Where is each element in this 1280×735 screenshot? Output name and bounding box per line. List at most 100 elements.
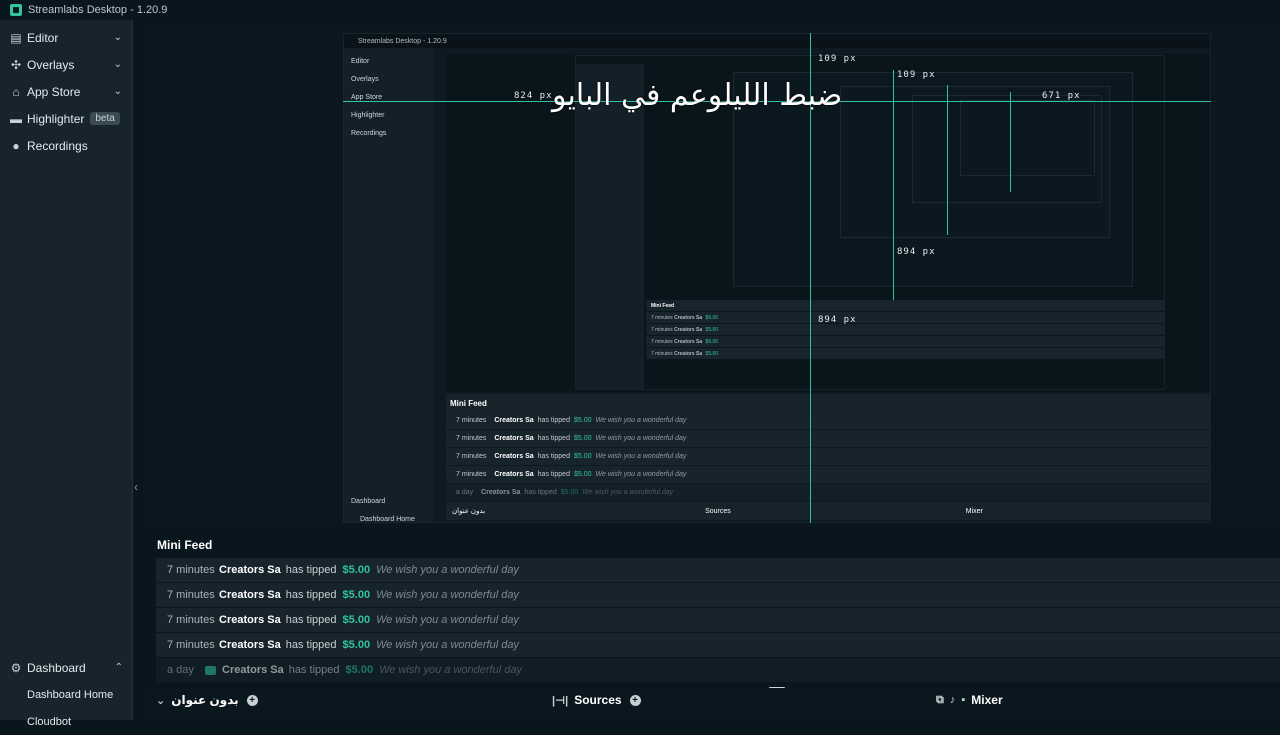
mixer-settings-icon[interactable]: ⧉ bbox=[936, 694, 944, 707]
mini-feed-title: Mini Feed bbox=[157, 538, 213, 552]
nested2-feed-row: 7 minutes Creators Sa $5.00 bbox=[646, 312, 1164, 323]
nested-mixer-title: Mixer bbox=[965, 507, 983, 515]
feed-row[interactable]: 7 minutes Creators Sa has tipped $5.00 W… bbox=[156, 583, 1280, 607]
chevron-up-icon[interactable]: ⌃ bbox=[115, 662, 123, 673]
row-action: has tipped bbox=[524, 489, 557, 496]
sidebar-item-overlays[interactable]: ✣ Overlays ⌄ bbox=[0, 51, 132, 78]
mixer-folder-icon[interactable]: ▪ bbox=[961, 694, 965, 706]
row-action: has tipped bbox=[537, 471, 570, 478]
recordings-icon: ● bbox=[12, 138, 20, 153]
nested-minifeed-2: Mini Feed 7 minutes Creators Sa $5.00 7 … bbox=[646, 300, 1164, 389]
feed-time: 7 minutes bbox=[167, 564, 215, 576]
sidebar-item-label: App Store bbox=[27, 84, 81, 99]
feed-row[interactable]: 7 minutes Creators Sa has tipped $5.00 W… bbox=[156, 558, 1280, 582]
nested-feed-title: Mini Feed bbox=[446, 394, 1210, 412]
measure-guide-vertical bbox=[947, 85, 948, 235]
sidebar-item-editor[interactable]: ▤ Editor ⌄ bbox=[0, 24, 132, 51]
chevron-down-icon[interactable]: ⌄ bbox=[114, 32, 122, 43]
source-layout-icon[interactable]: |⊣| bbox=[552, 694, 568, 707]
row-message: We wish you a wonderful day bbox=[595, 453, 687, 460]
sidebar-item-label: Editor bbox=[27, 30, 59, 45]
feed-time: 7 minutes bbox=[167, 589, 215, 601]
feed-row[interactable]: 7 minutes Creators Sa has tipped $5.00 W… bbox=[156, 633, 1280, 657]
measure-label: 894 px bbox=[818, 315, 857, 325]
nested2-feed-row: 7 minutes Creators Sa $5.00 bbox=[646, 348, 1164, 359]
measure-label: 824 px bbox=[514, 91, 553, 101]
sidebar: ▤ Editor ⌄ ✣ Overlays ⌄ ⌂ App Store ⌄ ▬ … bbox=[0, 20, 133, 728]
feed-amount: $5.00 bbox=[342, 589, 371, 601]
row-message: We wish you a wonderful day bbox=[582, 489, 674, 496]
feed-time: 7 minutes bbox=[167, 639, 215, 651]
feed-action: has tipped bbox=[285, 564, 337, 576]
sidebar-subitem-dashboard-home[interactable]: Dashboard Home bbox=[0, 681, 133, 708]
row-action: has tipped bbox=[537, 417, 570, 424]
row-name: Creators Sa bbox=[494, 453, 534, 460]
feed-row[interactable]: a day Creators Sa has tipped $5.00 We wi… bbox=[156, 658, 1280, 682]
row-amount: $5.00 bbox=[573, 435, 592, 442]
feed-name: Creators Sa bbox=[222, 664, 284, 676]
sidebar-item-dashboard[interactable]: ⚙ Dashboard ⌃ bbox=[0, 654, 133, 681]
row-time: 7 minutes bbox=[456, 453, 487, 460]
nested-minifeed: Mini Feed 7 minutes Creators Sa has tipped… bbox=[446, 394, 1210, 522]
editor-footer: ⌄ بدون عنوان + |⊣| Sources + ⧉ ♪ ▪ Mixer bbox=[150, 688, 1280, 720]
sidebar-item-label: Overlays bbox=[27, 57, 75, 72]
mini-feed: Mini Feed 7 minutes Creators Sa has tipp… bbox=[150, 532, 1280, 684]
chevron-down-icon[interactable]: ⌄ bbox=[114, 59, 122, 70]
sources-panel-header: |⊣| Sources + bbox=[552, 693, 641, 707]
feed-message: We wish you a wonderful day bbox=[376, 614, 519, 626]
nested-scene-title: بدون عنوان bbox=[452, 508, 486, 515]
nested-footer: بدون عنوان Sources Mixer bbox=[446, 502, 1210, 520]
add-scene-icon[interactable]: + bbox=[246, 694, 258, 706]
nested2-feed-row: 7 minutes Creators Sa $5.00 bbox=[646, 336, 1164, 347]
chevron-down-icon[interactable]: ⌄ bbox=[156, 694, 165, 707]
add-source-icon[interactable]: + bbox=[629, 694, 641, 706]
beta-badge: beta bbox=[90, 112, 120, 125]
feed-action: has tipped bbox=[285, 639, 337, 651]
mixer-title: Mixer bbox=[971, 693, 1003, 707]
nested-nav-highlighter: Highlighter bbox=[351, 111, 385, 119]
measure-label: 671 px bbox=[1042, 91, 1081, 101]
feed-time: a day bbox=[167, 664, 194, 676]
sidebar-subitem-cloudbot[interactable]: Cloudbot bbox=[0, 708, 133, 735]
row-amount: $5.00 bbox=[573, 417, 592, 424]
collapse-sidebar-arrow-icon[interactable]: ‹ bbox=[134, 480, 138, 494]
row-time: 7 minutes bbox=[456, 471, 487, 478]
measure-label: 109 px bbox=[818, 54, 857, 64]
scene-collection-title[interactable]: بدون عنوان bbox=[171, 693, 238, 707]
measure-label: 109 px bbox=[897, 70, 936, 80]
window-titlebar: Streamlabs Desktop - 1.20.9 bbox=[0, 0, 1280, 20]
sidebar-item-app-store[interactable]: ⌂ App Store ⌄ bbox=[0, 78, 132, 105]
mixer-audio-icon[interactable]: ♪ bbox=[950, 694, 956, 706]
measure-guide-vertical bbox=[893, 70, 894, 300]
row-amount: $5.00 bbox=[573, 471, 592, 478]
row-time: 7 minutes bbox=[456, 417, 487, 424]
feed-name: Creators Sa bbox=[219, 589, 281, 601]
nested-nav-dashboard-home: Dashboard Home bbox=[360, 515, 415, 523]
nested-nav-dashboard: Dashboard bbox=[351, 497, 386, 505]
store-icon: ⌂ bbox=[12, 84, 20, 99]
sources-title: Sources bbox=[574, 693, 622, 707]
overlay-arabic-text[interactable]: ضبط الليلوعم في البايو bbox=[552, 78, 842, 113]
mixer-panel-header: ⧉ ♪ ▪ Mixer bbox=[936, 693, 1003, 707]
chevron-down-icon[interactable]: ⌄ bbox=[114, 86, 122, 97]
window-title: Streamlabs Desktop - 1.20.9 bbox=[28, 4, 168, 16]
feed-action: has tipped bbox=[285, 589, 337, 601]
feed-row[interactable]: 7 minutes Creators Sa has tipped $5.00 W… bbox=[156, 608, 1280, 632]
sidebar-item-highlighter[interactable]: ▬ Highlighter beta bbox=[0, 105, 132, 132]
feed-message: We wish you a wonderful day bbox=[376, 564, 519, 576]
row-name: Creators Sa bbox=[494, 435, 534, 442]
nested-sidebar: Editor Overlays App Store Highlighter Re… bbox=[344, 48, 434, 523]
measure-label: 894 px bbox=[897, 247, 936, 257]
nested-titlebar: Streamlabs Desktop - 1.20.9 bbox=[344, 34, 1210, 48]
row-action: has tipped bbox=[537, 453, 570, 460]
nested-window-title: Streamlabs Desktop - 1.20.9 bbox=[358, 37, 447, 45]
sidebar-item-label: Highlighter bbox=[27, 111, 85, 126]
feed-amount: $5.00 bbox=[345, 664, 374, 676]
highlighter-icon: ▬ bbox=[10, 111, 22, 126]
nested-feed-row: a day Creators Sa has tipped $5.00 We wish y… bbox=[446, 484, 1210, 501]
sidebar-item-recordings[interactable]: ● Recordings bbox=[0, 132, 132, 159]
row-message: We wish you a wonderful day bbox=[595, 417, 687, 424]
nested-nav-editor: Editor bbox=[351, 57, 370, 65]
row-action: has tipped bbox=[537, 435, 570, 442]
scenes-panel-header: ⌄ بدون عنوان + bbox=[156, 693, 258, 707]
